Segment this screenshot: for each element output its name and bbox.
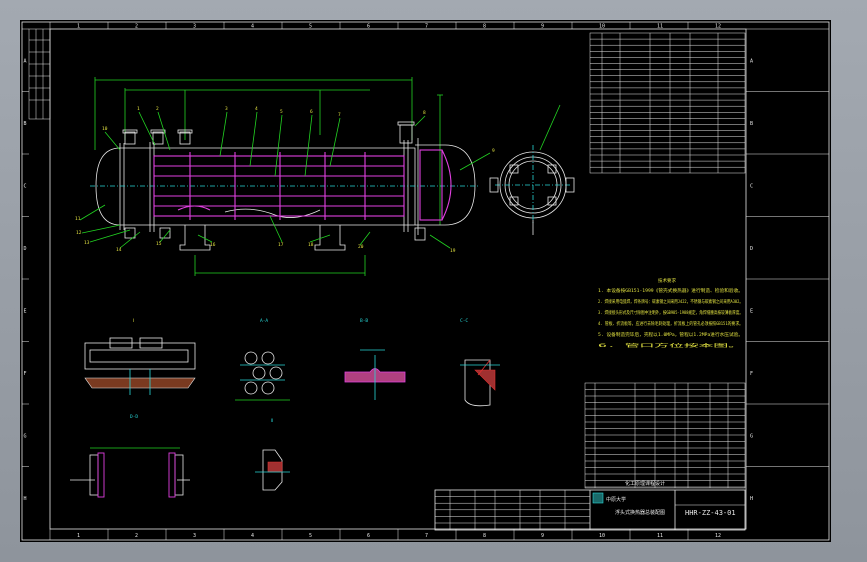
column-zone-label: 12 <box>715 24 721 30</box>
main-assembly-view[interactable]: 1 2 3 45 67 89101112131415 16 17 181920 <box>75 77 495 276</box>
drawing-sheet[interactable]: 1 1 2 2 3 3 4 4 5 5 6 6 7 7 8 8 9 9 10 10 11 11 12 12 AABBCCDDE… <box>20 20 831 542</box>
detail-view-flange[interactable]: C-C <box>460 318 500 407</box>
column-zone-label: 1 <box>77 533 80 539</box>
detail-view-tube-pattern[interactable]: A-A <box>235 318 290 401</box>
part-number: 11 <box>75 216 81 222</box>
part-number: 3 <box>225 106 228 112</box>
part-number: 15 <box>156 241 162 247</box>
title-block: 中原大学 化工原理课程设计 浮头式换热器总装配图 HHR-ZZ-43-01 <box>434 480 746 531</box>
column-zone-label: 8 <box>483 24 486 30</box>
row-zone-label: G <box>24 433 27 439</box>
title-line-1: 化工原理课程设计 <box>625 480 665 487</box>
column-zone-label: 10 <box>599 24 605 30</box>
row-zone-label: D <box>24 246 27 252</box>
column-zone-label: 3 <box>193 24 196 30</box>
drawing-canvas[interactable]: 112233445566778899101011111212 A AB BC CD DE… <box>20 20 831 542</box>
column-zone-label: 4 <box>251 24 254 30</box>
outer-frame <box>21 21 830 541</box>
column-zone-label: 2 <box>135 533 138 539</box>
drawing-number: HHR-ZZ-43-01 <box>685 509 736 517</box>
part-number: 2 <box>156 106 159 112</box>
tech-requirement-line: 5. 设备制造完毕后，壳程以1.0MPa，管程以1.2MPa进行水压试验。 <box>598 331 743 338</box>
part-number: 6 <box>310 109 313 115</box>
row-zone-label: E <box>750 308 753 314</box>
title-line-2: 浮头式换热器总装配图 <box>615 509 665 516</box>
part-number: 5 <box>280 109 283 115</box>
column-zone-label: 9 <box>541 24 544 30</box>
part-number: 13 <box>84 240 90 246</box>
part-number-labels: 1 2 3 45 67 89101112131415 16 17 181920 <box>75 106 495 254</box>
detail-3-label: B-B <box>360 318 368 324</box>
tech-req-title: 技术要求 <box>658 277 676 284</box>
row-zone-label: C <box>24 183 27 189</box>
detail-view-saddle[interactable]: D-D <box>70 414 190 498</box>
column-zone-label: 10 <box>599 533 605 539</box>
column-zone-label: 9 <box>541 533 544 539</box>
row-zone-label: B <box>24 121 27 127</box>
column-zone-label: 7 <box>425 24 428 30</box>
detail-view-weld[interactable]: B-B <box>344 318 406 400</box>
part-number: 16 <box>210 242 216 248</box>
row-zone-label: F <box>24 371 27 377</box>
column-zone-label: 5 <box>309 24 312 30</box>
column-zone-label: 3 <box>193 533 196 539</box>
part-number: 18 <box>308 242 314 248</box>
row-zone-label: B <box>750 121 753 127</box>
detail-5-label: D-D <box>130 414 138 420</box>
column-zone-label: 8 <box>483 533 486 539</box>
row-zone-label: D <box>750 246 753 252</box>
column-zone-label: 12 <box>715 533 721 539</box>
column-zone-label: 1 <box>77 24 80 30</box>
detail-view-1[interactable]: Ⅰ <box>84 318 196 395</box>
design-spec-table <box>589 32 746 174</box>
detail-2-label: A-A <box>260 318 268 324</box>
detail-4-label: C-C <box>460 318 468 324</box>
row-zone-label: E <box>24 308 27 314</box>
column-zone-label: 11 <box>657 533 663 539</box>
parts-list-table <box>584 382 746 489</box>
detail-view-2[interactable]: Ⅱ <box>255 418 290 491</box>
part-number: 10 <box>102 126 108 132</box>
row-zone-label: F <box>750 371 753 377</box>
row-zone-label: G <box>750 433 753 439</box>
column-zone-label: 11 <box>657 24 663 30</box>
cad-viewport[interactable]: 1 1 2 2 3 3 4 4 5 5 6 6 7 7 8 8 9 9 10 10 11 11 12 12 AABBCCDDE… <box>0 0 867 562</box>
column-zone-label: 5 <box>309 533 312 539</box>
revision-strip <box>28 28 51 120</box>
tech-requirement-line: 6. 管口方位按本图。 <box>598 342 743 349</box>
column-zone-label: 6 <box>367 24 370 30</box>
column-zone-label: 6 <box>367 533 370 539</box>
row-zone-label: H <box>750 496 753 502</box>
part-number: 4 <box>255 106 258 112</box>
column-zone-label: 2 <box>135 24 138 30</box>
end-view[interactable] <box>489 104 575 235</box>
tech-requirement-line: 3. 焊接接头形式及尺寸除图中注明外，按GB985-1988规定，角焊缝腰高按较… <box>598 309 743 316</box>
column-zone-label: 4 <box>251 533 254 539</box>
part-number: 7 <box>338 112 341 118</box>
part-number: 19 <box>450 248 456 254</box>
school-name: 中原大学 <box>606 496 626 503</box>
row-zone-label: A <box>750 58 753 64</box>
part-number: 20 <box>358 244 364 250</box>
part-number: 8 <box>423 110 426 116</box>
column-zone-label: 7 <box>425 533 428 539</box>
part-number: 17 <box>278 242 284 248</box>
column-zone-labels: 112233445566778899101011111212 <box>77 24 721 540</box>
detail-6-label: Ⅱ <box>271 418 273 424</box>
row-zone-label: H <box>24 496 27 502</box>
part-number: 1 <box>137 106 140 112</box>
tech-requirement-line: 4. 管板、折流板等，应进行去除毛刺处理，折流板上的管孔必须按照GB151的要求… <box>598 320 743 327</box>
technical-requirements: 技术要求 1. 本设备按GB151-1999《管壳式换热器》进行制造、检验和验收… <box>598 277 743 349</box>
tech-requirement-line: 1. 本设备按GB151-1999《管壳式换热器》进行制造、检验和验收。 <box>598 287 743 294</box>
row-zone-label: A <box>24 58 27 64</box>
tech-requirement-line: 2. 焊接采用电弧焊，焊条牌号：碳素钢之间采用J422，不锈钢与碳素钢之间采用A… <box>598 298 743 305</box>
row-zone-label: C <box>750 183 753 189</box>
inner-frame <box>49 28 747 530</box>
part-number: 12 <box>76 230 82 236</box>
part-number: 9 <box>492 148 495 154</box>
school-logo <box>592 492 604 504</box>
part-number: 14 <box>116 247 122 253</box>
detail-1-label: Ⅰ <box>133 318 134 324</box>
zone-ticks <box>22 22 829 540</box>
